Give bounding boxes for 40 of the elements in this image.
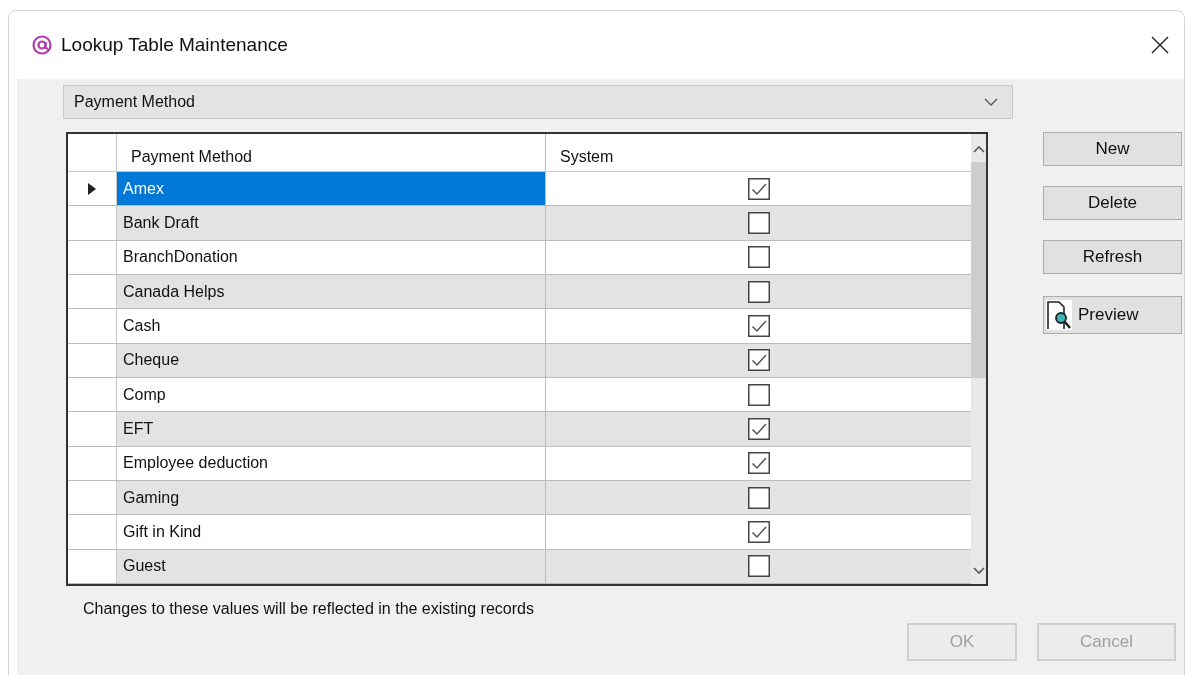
checkbox[interactable] [747, 246, 770, 269]
chevron-down-icon [984, 97, 998, 107]
column-header[interactable]: System [546, 134, 971, 171]
table-cell[interactable]: Gaming [117, 480, 546, 515]
table-cell[interactable]: Employee deduction [117, 446, 546, 480]
checkbox[interactable] [747, 280, 770, 303]
checkbox[interactable] [747, 383, 770, 406]
close-icon[interactable] [1150, 35, 1170, 55]
table-cell[interactable]: Guest [117, 549, 546, 583]
table-cell[interactable]: Comp [117, 377, 546, 412]
table-cell[interactable]: EFT [117, 412, 546, 446]
action-button[interactable]: New [1043, 132, 1182, 166]
chevron-down-icon[interactable] [972, 566, 985, 576]
checkbox[interactable] [747, 417, 770, 440]
checkbox[interactable] [747, 520, 770, 543]
table-cell[interactable]: BranchDonation [117, 240, 546, 274]
checkbox[interactable] [747, 486, 770, 509]
page-magnifier-icon [1046, 300, 1072, 330]
checkbox[interactable] [747, 555, 770, 578]
table-cell[interactable]: Gift in Kind [117, 515, 546, 549]
checkbox[interactable] [747, 349, 770, 372]
chevron-up-icon[interactable] [972, 144, 985, 154]
checkbox[interactable] [747, 177, 770, 200]
table-cell[interactable]: Bank Draft [117, 206, 546, 240]
checkbox[interactable] [747, 314, 770, 337]
window-title: Lookup Table Maintenance [61, 34, 288, 56]
table-dropdown[interactable]: Payment Method [63, 85, 1013, 119]
column-header[interactable]: Payment Method [117, 134, 546, 171]
table-cell[interactable]: Cash [117, 309, 546, 343]
at-sign-icon [31, 34, 53, 56]
action-button[interactable]: Delete [1043, 186, 1182, 220]
scrollbar[interactable] [971, 134, 986, 584]
info-note: Changes to these values will be reflected in the existing records [83, 600, 535, 618]
action-button[interactable]: Refresh [1043, 240, 1182, 274]
preview-button[interactable]: Preview [1043, 296, 1182, 334]
table-cell[interactable]: Cheque [117, 343, 546, 377]
table-cell[interactable]: Amex [117, 171, 546, 206]
checkbox[interactable] [747, 211, 770, 234]
checkbox[interactable] [747, 452, 770, 475]
table-cell[interactable]: Canada Helps [117, 274, 546, 309]
